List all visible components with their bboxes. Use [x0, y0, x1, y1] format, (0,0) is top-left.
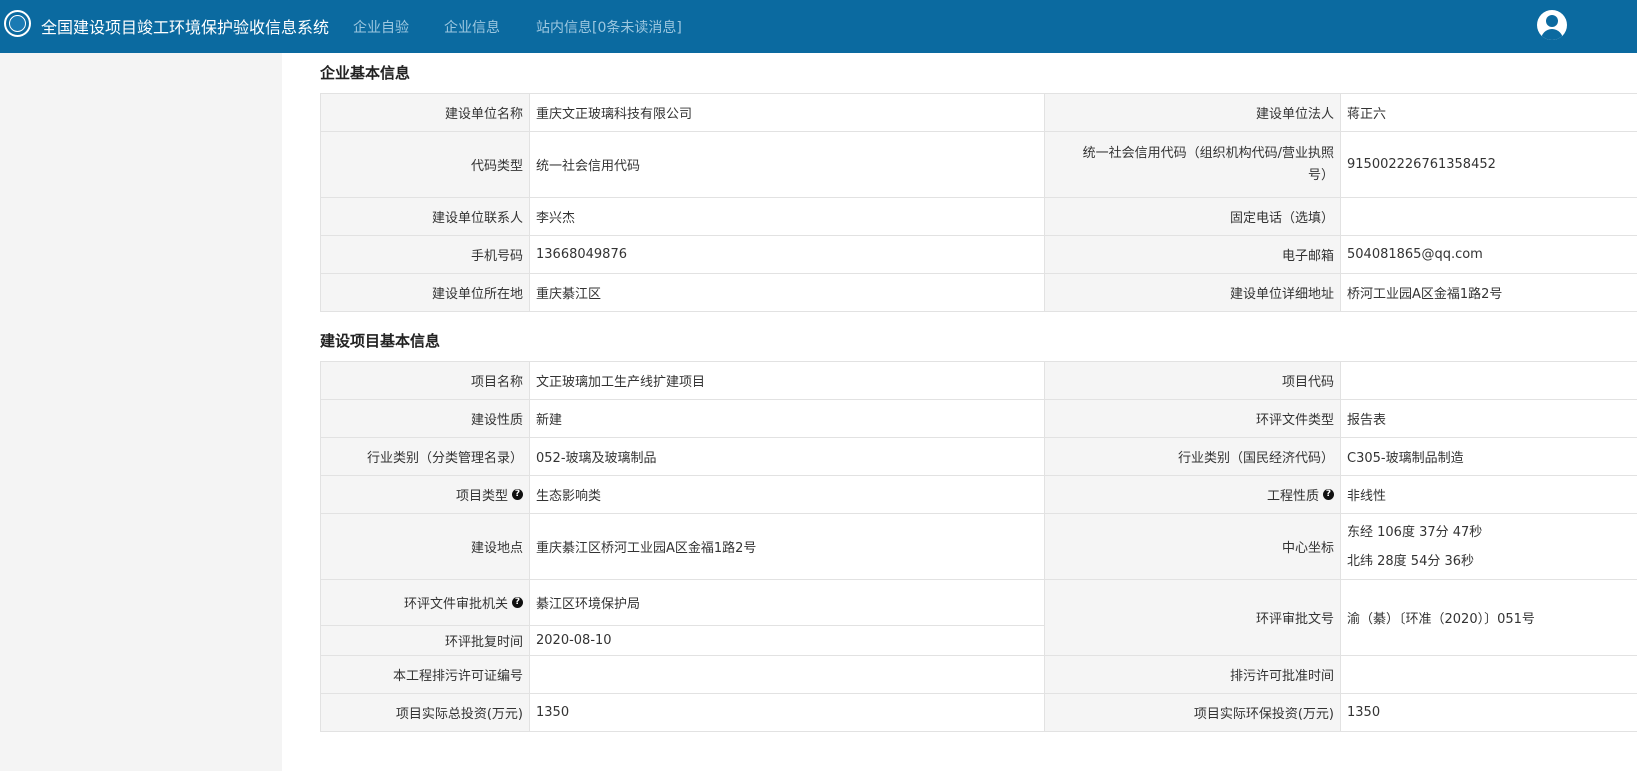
main-content: 企业基本信息 建设单位名称 重庆文正玻璃科技有限公司 建设单位法人 蒋正六 代码…: [282, 53, 1637, 771]
company-info-table: 建设单位名称 重庆文正玻璃科技有限公司 建设单位法人 蒋正六 代码类型 统一社会…: [320, 93, 1637, 312]
field-value: 13668049876: [530, 236, 1044, 273]
field-label: 项目实际总投资(万元): [320, 694, 530, 731]
field-value: 李兴杰: [530, 198, 1044, 235]
field-label-approval-authority: 环评文件审批机关 ?: [320, 580, 530, 626]
field-label: 环评文件类型: [1044, 400, 1341, 437]
field-label: 建设单位详细地址: [1044, 274, 1341, 311]
field-label-project-type: 项目类型 ?: [320, 476, 530, 513]
field-value: 綦江区环境保护局: [530, 580, 1044, 626]
longitude: 东经 106度 37分 47秒: [1347, 524, 1483, 540]
field-value: 蒋正六: [1341, 94, 1637, 131]
field-label: 环评批复时间: [320, 626, 530, 655]
field-value: 桥河工业园A区金福1路2号: [1341, 274, 1637, 311]
field-label: 项目实际环保投资(万元): [1044, 694, 1341, 731]
field-value: [1341, 198, 1637, 235]
field-label: 固定电话（选填）: [1044, 198, 1341, 235]
field-value: 052-玻璃及玻璃制品: [530, 438, 1044, 475]
field-value: 新建: [530, 400, 1044, 437]
field-value: 重庆文正玻璃科技有限公司: [530, 94, 1044, 131]
field-label: 行业类别（分类管理名录）: [320, 438, 530, 475]
user-avatar-icon[interactable]: [1537, 10, 1567, 40]
latitude: 北纬 28度 54分 36秒: [1347, 553, 1475, 569]
field-value: 重庆綦江区: [530, 274, 1044, 311]
field-value: [530, 656, 1044, 693]
field-value: 504081865@qq.com: [1341, 236, 1637, 273]
field-label-engineering-nature: 工程性质 ?: [1044, 476, 1341, 513]
section-title-project: 建设项目基本信息: [320, 332, 441, 350]
field-value: 915002226761358452: [1341, 132, 1637, 197]
field-label: 项目名称: [320, 362, 530, 399]
field-label: 排污许可批准时间: [1044, 656, 1341, 693]
field-label: 项目代码: [1044, 362, 1341, 399]
project-info-table: 项目名称 文正玻璃加工生产线扩建项目 项目代码 建设性质 新建 环评文件类型 报…: [320, 361, 1637, 732]
field-label: 环评文件审批机关: [403, 597, 508, 613]
field-value: 文正玻璃加工生产线扩建项目: [530, 362, 1044, 399]
field-value: 1350: [1341, 694, 1637, 731]
field-value: 1350: [530, 694, 1044, 731]
field-label: 建设单位名称: [320, 94, 530, 131]
field-value: 统一社会信用代码: [530, 132, 1044, 197]
field-value: 2020-08-10: [530, 626, 1044, 655]
field-value: 非线性: [1341, 476, 1637, 513]
field-value-coordinates: 东经 106度 37分 47秒 北纬 28度 54分 36秒: [1341, 514, 1637, 579]
field-label: 建设单位所在地: [320, 274, 530, 311]
field-value: C305-玻璃制品制造: [1341, 438, 1637, 475]
field-label: 工程性质: [1266, 489, 1319, 504]
section-title-company: 企业基本信息: [320, 64, 411, 82]
field-label: 代码类型: [320, 132, 530, 197]
field-label: 建设单位法人: [1044, 94, 1341, 131]
field-value: 生态影响类: [530, 476, 1044, 513]
emblem-icon: [4, 10, 31, 37]
field-value: 渝（綦）〔环准（2020）〕051号: [1341, 580, 1637, 655]
nav-self-acceptance[interactable]: 企业自验: [353, 17, 409, 37]
field-label: 建设单位联系人: [320, 198, 530, 235]
field-label: 中心坐标: [1044, 514, 1341, 579]
field-value: 报告表: [1341, 400, 1637, 437]
field-value: [1341, 362, 1637, 399]
field-label: 项目类型: [455, 489, 508, 504]
field-value: [1341, 656, 1637, 693]
field-label: 行业类别（国民经济代码）: [1044, 438, 1341, 475]
field-label: 手机号码: [320, 236, 530, 273]
field-label: 本工程排污许可证编号: [320, 656, 530, 693]
app-title: 全国建设项目竣工环境保护验收信息系统: [41, 18, 330, 37]
nav-messages[interactable]: 站内信息[0条未读消息]: [536, 17, 682, 37]
top-bar: 全国建设项目竣工环境保护验收信息系统 企业自验 企业信息 站内信息[0条未读消息…: [0, 0, 1637, 53]
field-label: 建设地点: [320, 514, 530, 579]
help-icon[interactable]: ?: [512, 489, 523, 500]
help-icon[interactable]: ?: [512, 597, 523, 609]
help-icon[interactable]: ?: [1323, 489, 1334, 500]
nav-company-info[interactable]: 企业信息: [444, 17, 500, 37]
field-label: 建设性质: [320, 400, 530, 437]
field-value: 重庆綦江区桥河工业园A区金福1路2号: [530, 514, 1044, 579]
field-label: 电子邮箱: [1044, 236, 1341, 273]
field-label: 统一社会信用代码（组织机构代码/营业执照号）: [1044, 132, 1341, 197]
approval-rows: 环评文件审批机关 ? 綦江区环境保护局 环评批复时间 2020-08-10 环评…: [320, 580, 1637, 656]
sidebar: [0, 53, 282, 771]
field-label: 环评审批文号: [1044, 580, 1341, 655]
